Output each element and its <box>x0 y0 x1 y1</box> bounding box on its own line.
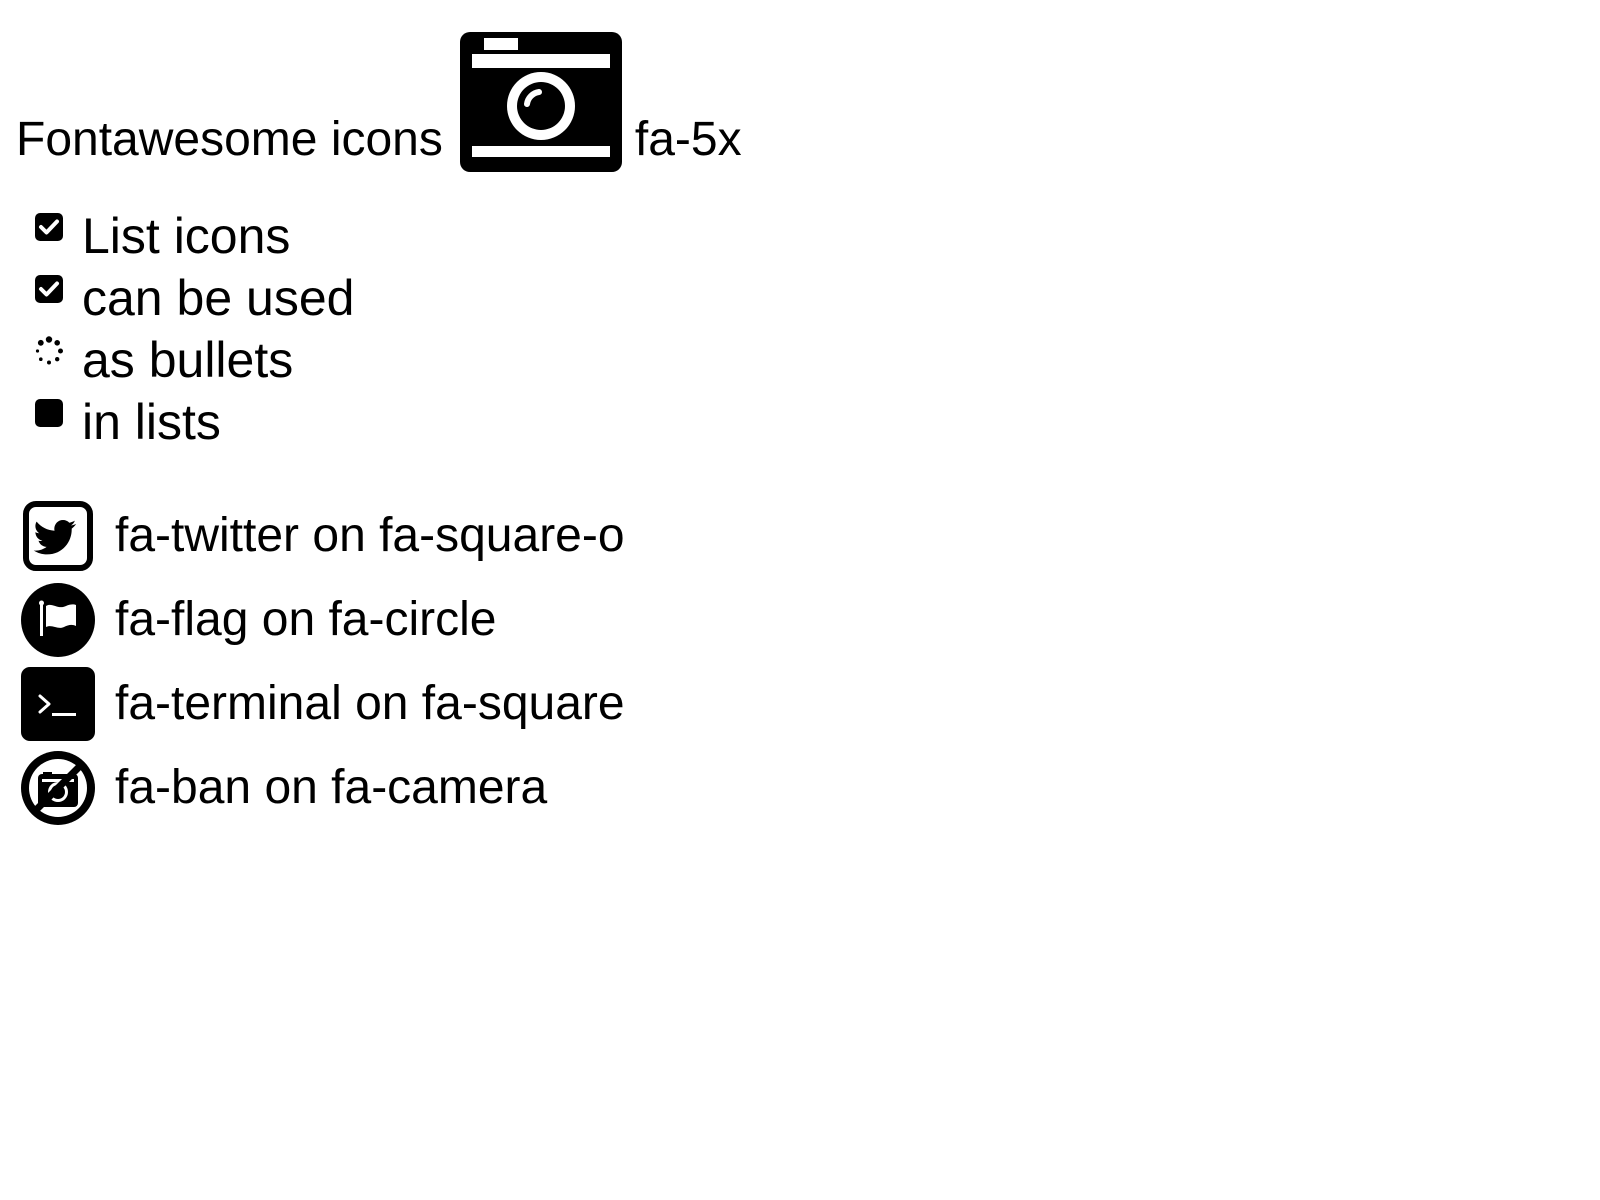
stack-row: fa-flag on fa-circle <box>20 578 625 662</box>
ban-on-camera-icon <box>21 751 95 825</box>
header: Fontawesome icons fa-5x <box>16 22 742 172</box>
stack-row: fa-ban on fa-camera <box>20 746 625 830</box>
list-item-label: List icons <box>82 208 291 264</box>
page-title: Fontawesome icons <box>16 113 443 166</box>
stack-row: fa-terminal on fa-square <box>20 662 625 746</box>
check-square-icon <box>35 275 63 303</box>
list-item-label: in lists <box>82 394 221 450</box>
size-label: fa-5x <box>634 113 742 166</box>
stack-row-label: fa-ban on fa-camera <box>115 761 548 814</box>
stack-row-label: fa-terminal on fa-square <box>115 677 625 730</box>
terminal-on-square-icon <box>21 667 95 741</box>
stacked-icons-list: fa-twitter on fa-square-o fa-flag on fa-… <box>20 494 625 830</box>
list-item: can be used <box>34 272 354 334</box>
list-item-label: can be used <box>82 270 355 326</box>
stack-row-label: fa-twitter on fa-square-o <box>115 509 625 562</box>
icon-bullet-list: List icons can be used as bullets in lis… <box>34 210 354 458</box>
list-item-label: as bullets <box>82 332 294 388</box>
square-icon <box>35 399 63 427</box>
flag-on-circle-icon <box>21 583 95 657</box>
stack-row-label: fa-flag on fa-circle <box>115 593 497 646</box>
list-item: as bullets <box>34 334 354 396</box>
camera-icon <box>459 32 622 172</box>
twitter-on-square-outline-icon <box>23 501 93 571</box>
stack-row: fa-twitter on fa-square-o <box>20 494 625 578</box>
page: Fontawesome icons fa-5x List icons can b… <box>0 0 1600 1200</box>
list-item: List icons <box>34 210 354 272</box>
list-item: in lists <box>34 396 354 458</box>
spinner-icon <box>35 336 63 365</box>
check-square-icon <box>35 213 63 241</box>
